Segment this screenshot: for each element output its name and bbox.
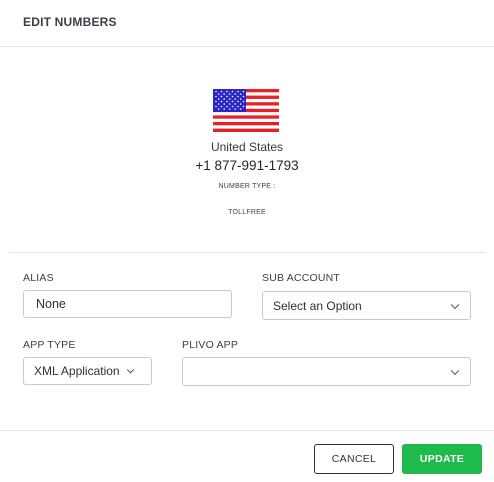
- plivo-app-label: PLIVO APP: [182, 339, 239, 351]
- alias-input[interactable]: None: [23, 290, 232, 318]
- app-type-select[interactable]: XML Application: [23, 357, 152, 385]
- app-type-select-value: XML Application: [34, 364, 120, 378]
- plivo-app-select[interactable]: [182, 357, 471, 386]
- number-type-label: NUMBER TYPE :: [218, 183, 276, 190]
- country-name: United States: [210, 140, 284, 154]
- sub-account-label: SUB ACCOUNT: [262, 272, 341, 284]
- chevron-down-icon: [126, 366, 135, 374]
- us-flag-icon: [213, 89, 279, 132]
- sub-account-select[interactable]: Select an Option: [262, 291, 471, 320]
- alias-input-value: None: [36, 297, 66, 311]
- phone-number: +1 877-991-1793: [195, 158, 299, 173]
- chevron-down-icon: [450, 366, 460, 375]
- footer-divider: [0, 430, 494, 431]
- app-type-label: APP TYPE: [23, 339, 76, 351]
- section-divider: [9, 252, 485, 253]
- modal-header: EDIT NUMBERS: [0, 0, 494, 47]
- cancel-button[interactable]: CANCEL: [314, 444, 394, 474]
- alias-label: ALIAS: [23, 272, 54, 284]
- number-type-value: TOLLFREE: [228, 209, 266, 216]
- update-button[interactable]: UPDATE: [402, 444, 482, 474]
- chevron-down-icon: [450, 300, 460, 309]
- modal-title: EDIT NUMBERS: [23, 15, 117, 29]
- sub-account-select-value: Select an Option: [273, 298, 362, 313]
